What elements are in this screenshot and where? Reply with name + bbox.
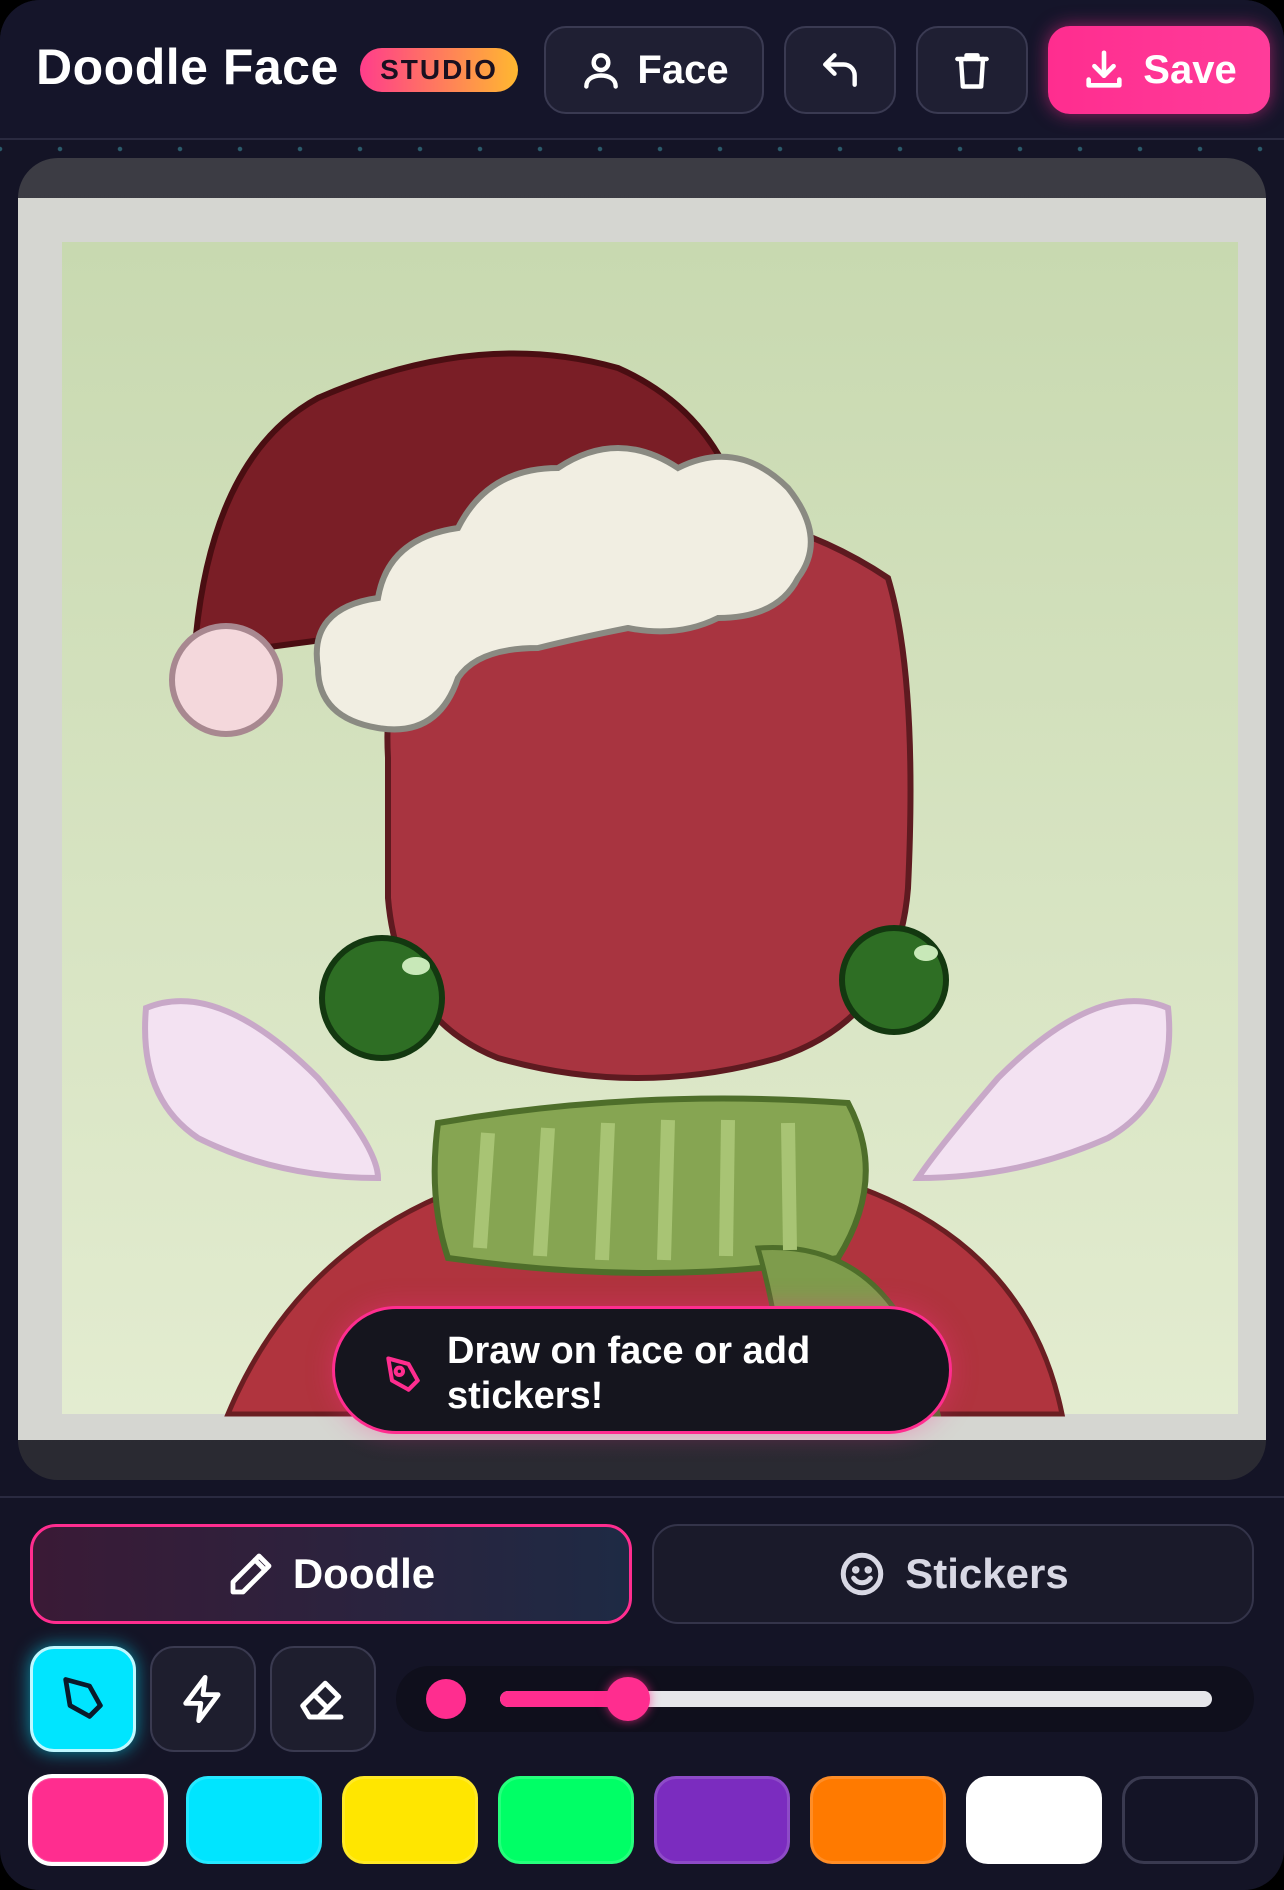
download-icon xyxy=(1086,50,1122,88)
save-button[interactable]: Save xyxy=(1048,26,1270,114)
eraser-tool-button[interactable] xyxy=(270,1646,376,1752)
save-button-label: Save xyxy=(1143,47,1237,92)
pen-nib-icon xyxy=(63,1677,103,1719)
canvas-hint-toast: Draw on face or add stickers! xyxy=(332,1306,952,1434)
color-swatch[interactable] xyxy=(28,1774,168,1866)
brush-size-panel xyxy=(396,1666,1254,1732)
clear-button[interactable] xyxy=(916,26,1028,114)
undo-icon xyxy=(823,53,857,87)
pen-tool-button[interactable] xyxy=(30,1646,136,1752)
lightning-icon xyxy=(183,1674,221,1724)
canvas-hint-text: Draw on face or add stickers! xyxy=(447,1330,811,1417)
color-swatch[interactable] xyxy=(654,1776,790,1864)
face-template-image xyxy=(18,198,1266,1440)
color-swatch[interactable] xyxy=(966,1776,1102,1864)
brush-size-slider[interactable] xyxy=(500,1677,1212,1721)
app-window: Doodle Face STUDIO Face Save Draw on fac… xyxy=(0,0,1284,1890)
tab-doodle[interactable]: Doodle xyxy=(30,1524,632,1624)
tab-stickers-label: Stickers xyxy=(905,1550,1069,1597)
controls-divider xyxy=(0,1496,1284,1498)
color-swatch[interactable] xyxy=(186,1776,322,1864)
pencil-icon xyxy=(230,1553,272,1595)
header-dot-divider xyxy=(0,146,1284,152)
smiley-icon xyxy=(841,1552,884,1596)
color-swatch[interactable] xyxy=(810,1776,946,1864)
face-button[interactable]: Face xyxy=(544,26,764,114)
face-button-label: Face xyxy=(637,47,729,92)
pen-tool-icon xyxy=(386,1356,420,1392)
undo-button[interactable] xyxy=(784,26,896,114)
tab-doodle-label: Doodle xyxy=(292,1550,436,1597)
brush-size-preview xyxy=(426,1679,466,1719)
tab-stickers[interactable]: Stickers xyxy=(652,1524,1254,1624)
drawing-canvas[interactable] xyxy=(18,198,1266,1440)
trash-icon xyxy=(955,53,989,89)
eraser-icon xyxy=(300,1680,344,1720)
flash-tool-button[interactable] xyxy=(150,1646,256,1752)
app-title: Doodle Face xyxy=(36,39,339,95)
user-icon xyxy=(584,53,619,89)
studio-badge: STUDIO xyxy=(360,48,518,92)
color-swatch[interactable] xyxy=(342,1776,478,1864)
drawing-canvas-card xyxy=(18,158,1266,1480)
brush-size-slider-thumb[interactable] xyxy=(606,1677,650,1721)
top-bar: Doodle Face STUDIO Face Save xyxy=(0,0,1284,140)
color-swatch[interactable] xyxy=(498,1776,634,1864)
color-swatch[interactable] xyxy=(1122,1776,1258,1864)
